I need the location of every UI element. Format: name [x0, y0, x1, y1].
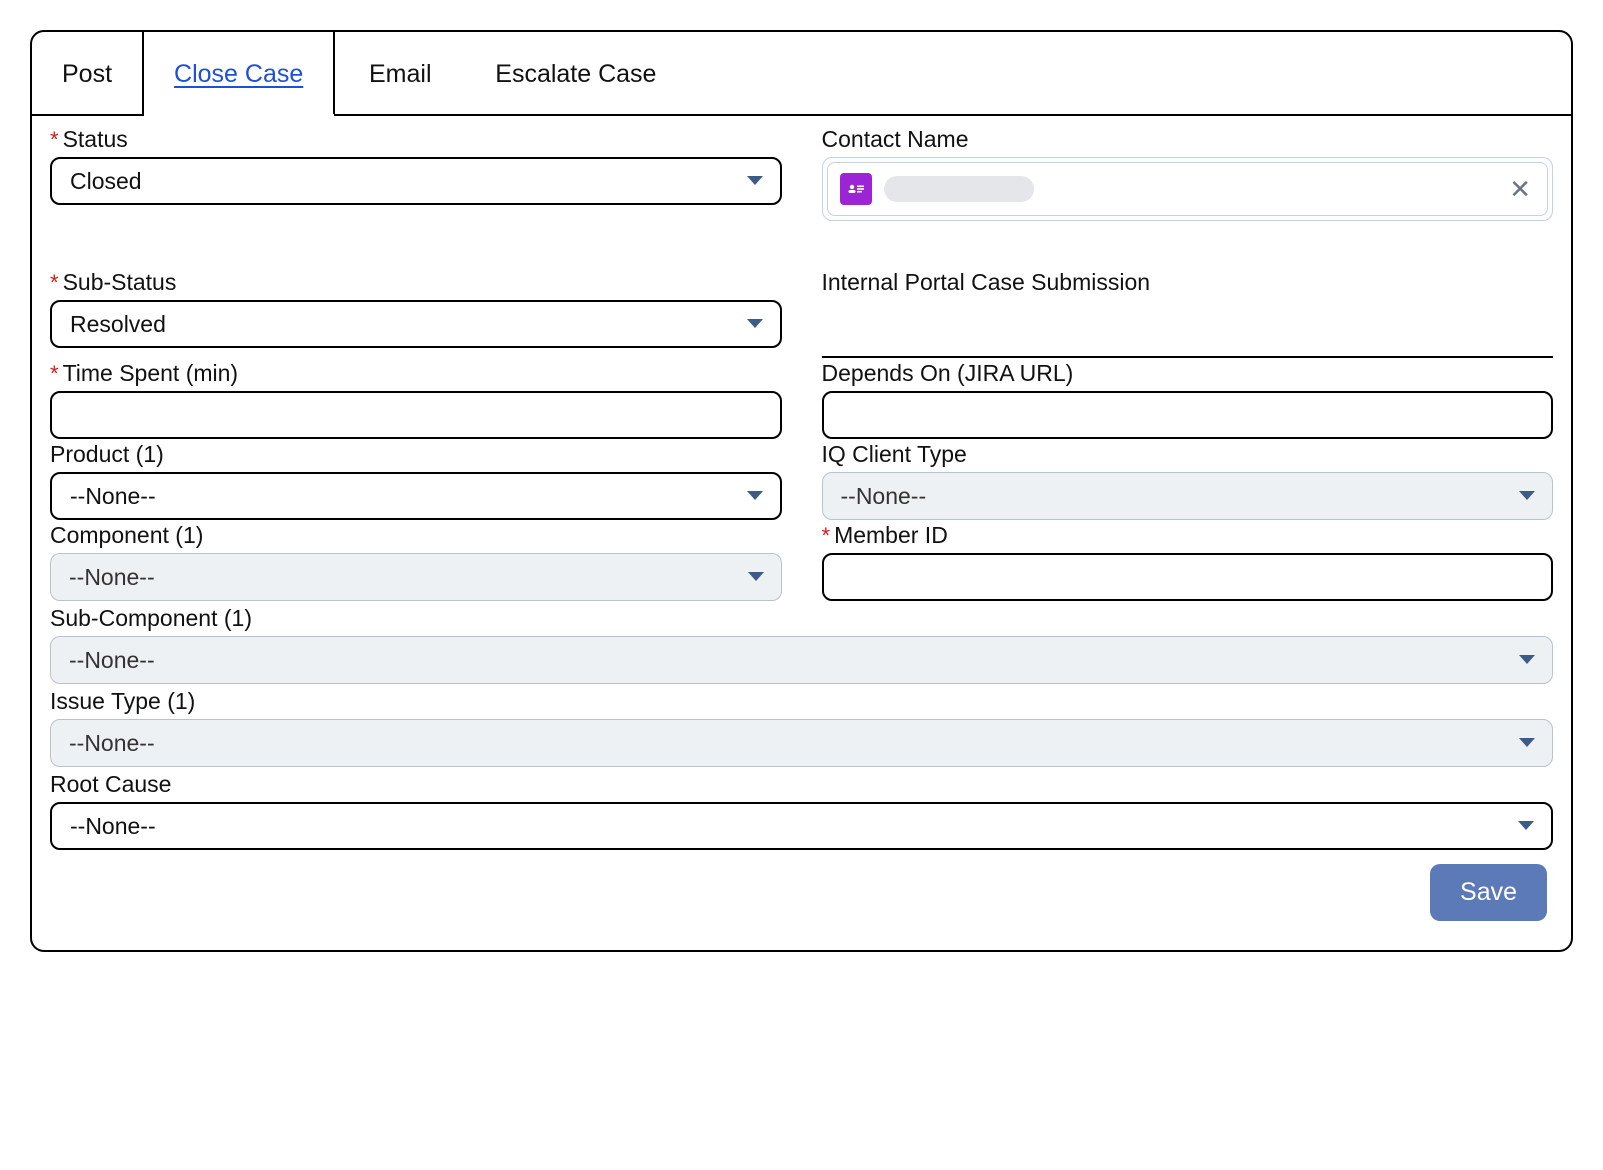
field-contact-name: Contact Name: [822, 126, 1554, 221]
chevron-down-icon: [746, 318, 764, 330]
root-cause-value: --None--: [70, 813, 156, 840]
field-sub-status: * Sub-Status Resolved: [50, 269, 782, 348]
field-component: Component (1) --None--: [50, 522, 782, 601]
label-status: Status: [63, 126, 128, 153]
tab-label: Email: [369, 60, 432, 89]
label-sub-status: Sub-Status: [63, 269, 177, 296]
label-product: Product (1): [50, 441, 164, 468]
field-depends-on: Depends On (JIRA URL): [822, 360, 1554, 439]
field-status: * Status Closed: [50, 126, 782, 205]
close-icon[interactable]: ✕: [1505, 172, 1535, 206]
field-issue-type: Issue Type (1) --None--: [50, 688, 1553, 767]
issue-type-select[interactable]: --None--: [50, 719, 1553, 767]
save-button-label: Save: [1460, 878, 1517, 906]
form-body: * Status Closed: [32, 116, 1571, 937]
field-sub-component: Sub-Component (1) --None--: [50, 605, 1553, 684]
chevron-down-icon: [1518, 737, 1536, 749]
issue-type-value: --None--: [69, 730, 155, 757]
component-select[interactable]: --None--: [50, 553, 782, 601]
status-value: Closed: [70, 168, 142, 195]
member-id-input[interactable]: [822, 553, 1554, 601]
field-root-cause: Root Cause --None--: [50, 771, 1553, 850]
label-depends-on: Depends On (JIRA URL): [822, 360, 1074, 387]
label-sub-component: Sub-Component (1): [50, 605, 252, 632]
field-internal-portal: Internal Portal Case Submission: [822, 269, 1554, 358]
component-value: --None--: [69, 564, 155, 591]
label-issue-type: Issue Type (1): [50, 688, 195, 715]
contact-lookup[interactable]: ✕: [822, 157, 1554, 221]
label-internal-portal: Internal Portal Case Submission: [822, 269, 1151, 296]
status-select[interactable]: Closed: [50, 157, 782, 205]
label-iq-client-type: IQ Client Type: [822, 441, 967, 468]
root-cause-select[interactable]: --None--: [50, 802, 1553, 850]
tab-email[interactable]: Email: [335, 32, 465, 116]
field-time-spent: * Time Spent (min): [50, 360, 782, 439]
chevron-down-icon: [747, 571, 765, 583]
product-value: --None--: [70, 483, 156, 510]
close-case-panel: Post Close Case Email Escalate Case *: [30, 30, 1573, 952]
field-product: Product (1) --None--: [50, 441, 782, 520]
tab-label: Escalate Case: [495, 60, 656, 89]
chevron-down-icon: [746, 490, 764, 502]
chevron-down-icon: [1518, 490, 1536, 502]
label-component: Component (1): [50, 522, 203, 549]
chevron-down-icon: [1517, 820, 1535, 832]
tab-label: Post: [62, 60, 112, 89]
tab-bar: Post Close Case Email Escalate Case: [32, 32, 1571, 116]
contact-card-icon: [840, 173, 872, 205]
tab-close-case[interactable]: Close Case: [144, 32, 335, 116]
product-select[interactable]: --None--: [50, 472, 782, 520]
label-contact-name: Contact Name: [822, 126, 969, 153]
tab-label: Close Case: [174, 60, 303, 89]
label-member-id: Member ID: [834, 522, 948, 549]
required-marker: *: [50, 363, 59, 385]
field-iq-client-type: IQ Client Type --None--: [822, 441, 1554, 520]
sub-status-value: Resolved: [70, 311, 166, 338]
field-member-id: * Member ID: [822, 522, 1554, 601]
sub-component-select[interactable]: --None--: [50, 636, 1553, 684]
required-marker: *: [822, 525, 831, 547]
sub-component-value: --None--: [69, 647, 155, 674]
sub-status-select[interactable]: Resolved: [50, 300, 782, 348]
chevron-down-icon: [746, 175, 764, 187]
label-time-spent: Time Spent (min): [63, 360, 239, 387]
iq-client-type-select[interactable]: --None--: [822, 472, 1554, 520]
chevron-down-icon: [1518, 654, 1536, 666]
save-button[interactable]: Save: [1430, 864, 1547, 921]
time-spent-input[interactable]: [50, 391, 782, 439]
required-marker: *: [50, 272, 59, 294]
tab-escalate-case[interactable]: Escalate Case: [465, 32, 686, 116]
tab-post[interactable]: Post: [32, 32, 144, 116]
required-marker: *: [50, 129, 59, 151]
iq-client-type-value: --None--: [841, 483, 927, 510]
contact-name-value: [884, 176, 1034, 202]
label-root-cause: Root Cause: [50, 771, 171, 798]
depends-on-input[interactable]: [822, 391, 1554, 439]
